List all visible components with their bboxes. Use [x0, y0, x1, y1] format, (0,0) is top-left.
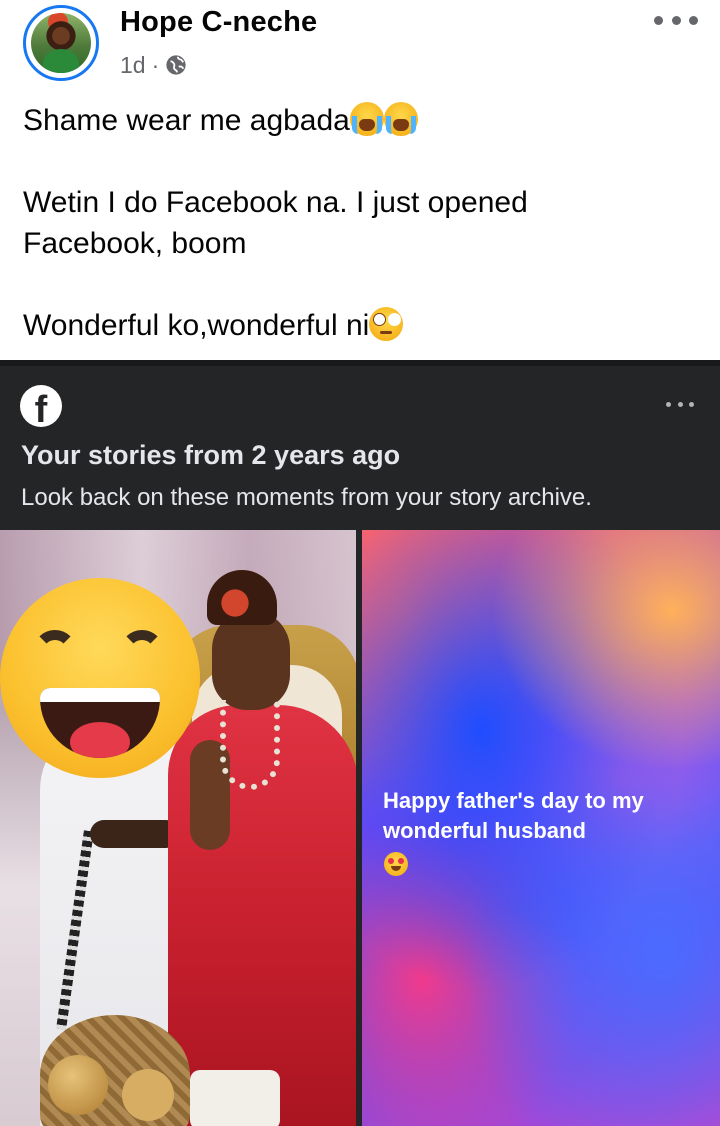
post-line-4: Wonderful ko,wonderful ni	[23, 305, 703, 346]
author-name-link[interactable]: Hope C-neche	[120, 6, 317, 39]
facebook-post-screen: Hope C-neche 1d · Shame wear me agbada W…	[0, 0, 720, 1126]
post-line-1-text: Shame wear me agbada	[23, 104, 350, 137]
loudly-crying-face-icon	[383, 102, 418, 136]
avatar-figure	[43, 49, 79, 73]
dot-icon	[689, 15, 698, 25]
dot-icon	[677, 401, 683, 407]
globe-icon[interactable]	[165, 54, 187, 76]
meta-separator: ·	[151, 51, 160, 78]
story-thumbnails: Happy father's day to my wonderful husba…	[0, 530, 720, 1126]
story-text-thumbnail[interactable]: Happy father's day to my wonderful husba…	[362, 530, 720, 1126]
post-meta: 1d ·	[120, 50, 187, 80]
dot-icon	[654, 15, 663, 25]
card-more-options-button[interactable]	[666, 400, 694, 408]
memory-title: Your stories from 2 years ago	[21, 440, 401, 470]
post-line-2: Wetin I do Facebook na. I just opened	[23, 186, 528, 219]
photo-groom-hand	[90, 820, 180, 848]
smiling-face-with-heart-eyes-icon	[384, 852, 408, 876]
grinning-face-with-smiling-eyes-icon	[0, 578, 200, 778]
story-caption: Happy father's day to my wonderful husba…	[383, 788, 644, 843]
loudly-crying-face-icon	[349, 102, 384, 136]
story-photo-thumbnail[interactable]	[0, 530, 356, 1126]
avatar	[31, 13, 91, 73]
dot-icon	[666, 401, 671, 407]
shared-memory-card[interactable]: f Your stories from 2 years ago Look bac…	[0, 360, 720, 1126]
photo-kola-nuts	[48, 1055, 108, 1115]
photo-pillow	[190, 1070, 280, 1126]
face-with-rolling-eyes-icon	[369, 307, 404, 341]
dot-icon	[689, 401, 694, 407]
post-more-options-button[interactable]	[654, 10, 698, 30]
photo-bride-head	[212, 610, 290, 710]
dot-icon	[671, 15, 681, 25]
post-timestamp[interactable]: 1d	[120, 52, 146, 79]
memory-subtitle: Look back on these moments from your sto…	[21, 484, 592, 511]
post-line-1: Shame wear me agbada	[23, 100, 703, 141]
photo-bride-beads	[220, 700, 280, 790]
post-body-text: Shame wear me agbada Wetin I do Facebook…	[23, 100, 703, 346]
post-header: Hope C-neche 1d ·	[0, 0, 720, 92]
profile-avatar-button[interactable]	[23, 5, 99, 81]
card-divider	[0, 360, 720, 366]
emoji-mouth	[40, 688, 160, 758]
post-line-4-text: Wonderful ko,wonderful ni	[23, 309, 370, 342]
post-line-3: Facebook, boom	[23, 227, 247, 260]
emoji-eye	[120, 630, 164, 674]
emoji-eye	[33, 630, 77, 674]
facebook-logo-icon: f	[20, 385, 62, 427]
